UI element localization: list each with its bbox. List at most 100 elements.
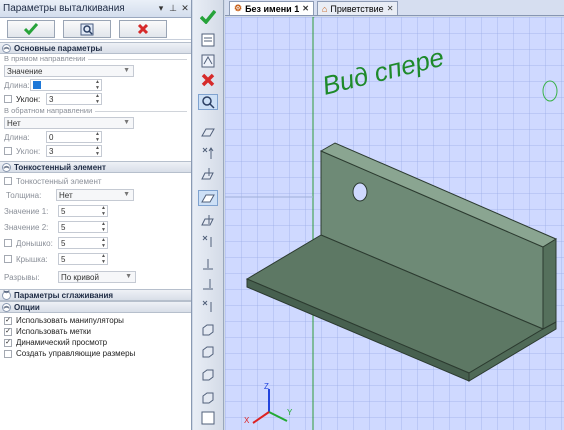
- preview-button[interactable]: [63, 20, 111, 38]
- toolbar-sketch-button[interactable]: [198, 190, 218, 206]
- panel-pin-icon[interactable]: ⊥: [167, 3, 179, 14]
- spinner-icon[interactable]: ▲ ▼: [101, 205, 106, 217]
- section-thin-element[interactable]: ︽ Тонкостенный элемент: [0, 161, 191, 173]
- plane-icon: [201, 128, 215, 137]
- solid-box-icon: [202, 324, 214, 336]
- toolbar-vector-button[interactable]: [198, 145, 218, 161]
- toolbar-reverse-button[interactable]: [198, 212, 218, 228]
- rev-slope-value: 3: [49, 146, 54, 156]
- slope-value: 3: [49, 94, 54, 104]
- forward-group-label: В прямом направлении: [4, 54, 86, 63]
- rev-slope-checkbox[interactable]: [4, 147, 12, 155]
- properties-panel: Параметры выталкивания ▾ ⊥ ✕ ︽ Основные …: [0, 0, 192, 430]
- length-label: Длина:: [4, 80, 30, 90]
- option-checkbox[interactable]: ✓: [4, 338, 12, 347]
- bottom-input[interactable]: 5 ▲ ▼: [58, 237, 108, 249]
- toolbar-preview-button[interactable]: [198, 94, 218, 110]
- toolbar-cancel-button[interactable]: [198, 72, 218, 88]
- model-viewport[interactable]: Вид спере Z Y X: [225, 17, 564, 430]
- forward-mode-value: Значение: [7, 66, 43, 76]
- value2-input[interactable]: 5 ▲ ▼: [58, 221, 108, 233]
- tab-document[interactable]: ⚙ Без имени 1 ✕: [229, 1, 314, 15]
- value2-value: 5: [61, 222, 66, 232]
- checkmark-icon: [200, 10, 216, 24]
- spinner-icon[interactable]: ▲ ▼: [101, 237, 106, 249]
- option-checkbox[interactable]: ✓: [4, 327, 12, 336]
- forward-mode-select[interactable]: Значение ▼: [4, 65, 134, 77]
- length-input[interactable]: ▲ ▼: [30, 79, 102, 91]
- option-item: ✓ Динамический просмотр: [0, 337, 191, 348]
- reverse-group-label: В обратном направлении: [4, 106, 93, 115]
- option-label: Использовать манипуляторы: [16, 316, 124, 325]
- section-title: Опции: [14, 302, 40, 312]
- rev-length-input[interactable]: 0 ▲ ▼: [46, 131, 102, 143]
- toolbar-properties-button[interactable]: [198, 32, 218, 48]
- bottom-checkbox[interactable]: [4, 239, 12, 247]
- panel-menu-icon[interactable]: ▾: [155, 3, 167, 14]
- toolbar-through-button[interactable]: [198, 298, 218, 314]
- collapse-icon: ︽: [2, 302, 11, 312]
- panel-close-icon[interactable]: ✕: [179, 3, 191, 14]
- toolbar-solid-button[interactable]: [198, 322, 218, 338]
- thickness-row: Толщина: Нет ▼: [0, 188, 191, 202]
- thickness-value: Нет: [59, 190, 73, 200]
- thickness-select[interactable]: Нет ▼: [56, 189, 134, 201]
- toolbar-solid4-button[interactable]: [198, 390, 218, 406]
- lid-label: Крышка:: [16, 254, 48, 264]
- rev-slope-label: Уклон:: [16, 146, 41, 156]
- spinner-icon[interactable]: ▲ ▼: [95, 145, 100, 157]
- spinner-icon[interactable]: ▲ ▼: [95, 131, 100, 143]
- forward-group: В прямом направлении: [0, 54, 191, 64]
- solid-box-icon: [202, 346, 214, 358]
- document-tabs: ⚙ Без имени 1 ✕ ⌂ Приветствие ✕: [225, 0, 564, 16]
- toolbar-axis-button[interactable]: [198, 233, 218, 249]
- list-panel-icon: [201, 33, 215, 47]
- section-main-params[interactable]: ︽ Основные параметры: [0, 42, 191, 54]
- spinner-icon[interactable]: ▲ ▼: [101, 253, 106, 265]
- preview-icon: [80, 23, 94, 35]
- toolbar-auto-button[interactable]: [198, 53, 218, 69]
- reverse-mode-row: Нет ▼: [0, 116, 191, 130]
- option-label: Динамический просмотр: [16, 338, 108, 347]
- thin-checkbox[interactable]: [4, 177, 12, 185]
- close-icon[interactable]: ✕: [387, 4, 394, 13]
- spinner-icon[interactable]: ▲ ▼: [95, 93, 100, 105]
- breaks-row: Разрывы: По кривой ▼: [0, 270, 191, 284]
- section-options[interactable]: ︽ Опции: [0, 301, 191, 313]
- breaks-select[interactable]: По кривой ▼: [58, 271, 136, 283]
- axis-icon: [202, 235, 212, 247]
- cross-icon: [137, 23, 149, 35]
- section-smoothing[interactable]: ︾ Параметры сглаживания: [0, 289, 191, 301]
- slope-input[interactable]: 3 ▲ ▼: [46, 93, 102, 105]
- option-checkbox[interactable]: [4, 349, 12, 358]
- rev-length-label: Длина:: [4, 132, 30, 142]
- distance-icon: [203, 259, 213, 270]
- lid-checkbox[interactable]: [4, 255, 12, 263]
- toolbar-direction-button[interactable]: [198, 166, 218, 182]
- toolbar-solid2-button[interactable]: [198, 344, 218, 360]
- slope-checkbox[interactable]: [4, 95, 12, 103]
- toolbar-solid3-button[interactable]: [198, 367, 218, 383]
- toolbar-frame-button[interactable]: [198, 410, 218, 426]
- reverse-mode-select[interactable]: Нет ▼: [4, 117, 134, 129]
- cancel-button[interactable]: [119, 20, 167, 38]
- section-title: Основные параметры: [14, 43, 103, 53]
- option-checkbox[interactable]: ✓: [4, 316, 12, 325]
- spinner-icon[interactable]: ▲ ▼: [95, 79, 100, 91]
- home-icon: ⌂: [321, 3, 328, 14]
- close-icon[interactable]: ✕: [302, 4, 309, 13]
- toolbar-plane-button[interactable]: [198, 124, 218, 140]
- model-scene: Вид спере Z Y X: [225, 17, 558, 430]
- rev-slope-input[interactable]: 3 ▲ ▼: [46, 145, 102, 157]
- toolbar-num1-button[interactable]: [198, 256, 218, 272]
- toolbar-num2-button[interactable]: [198, 276, 218, 292]
- value2-row: Значение 2: 5 ▲ ▼: [0, 220, 191, 234]
- spinner-icon[interactable]: ▲ ▼: [101, 221, 106, 233]
- value1-input[interactable]: 5 ▲ ▼: [58, 205, 108, 217]
- ok-button[interactable]: [7, 20, 55, 38]
- tab-welcome[interactable]: ⌂ Приветствие ✕: [316, 1, 399, 15]
- lid-input[interactable]: 5 ▲ ▼: [58, 253, 108, 265]
- toolbar-ok-button[interactable]: [198, 9, 218, 25]
- tab-label: Приветствие: [330, 3, 384, 14]
- slope-row: Уклон: 3 ▲ ▼: [0, 92, 191, 106]
